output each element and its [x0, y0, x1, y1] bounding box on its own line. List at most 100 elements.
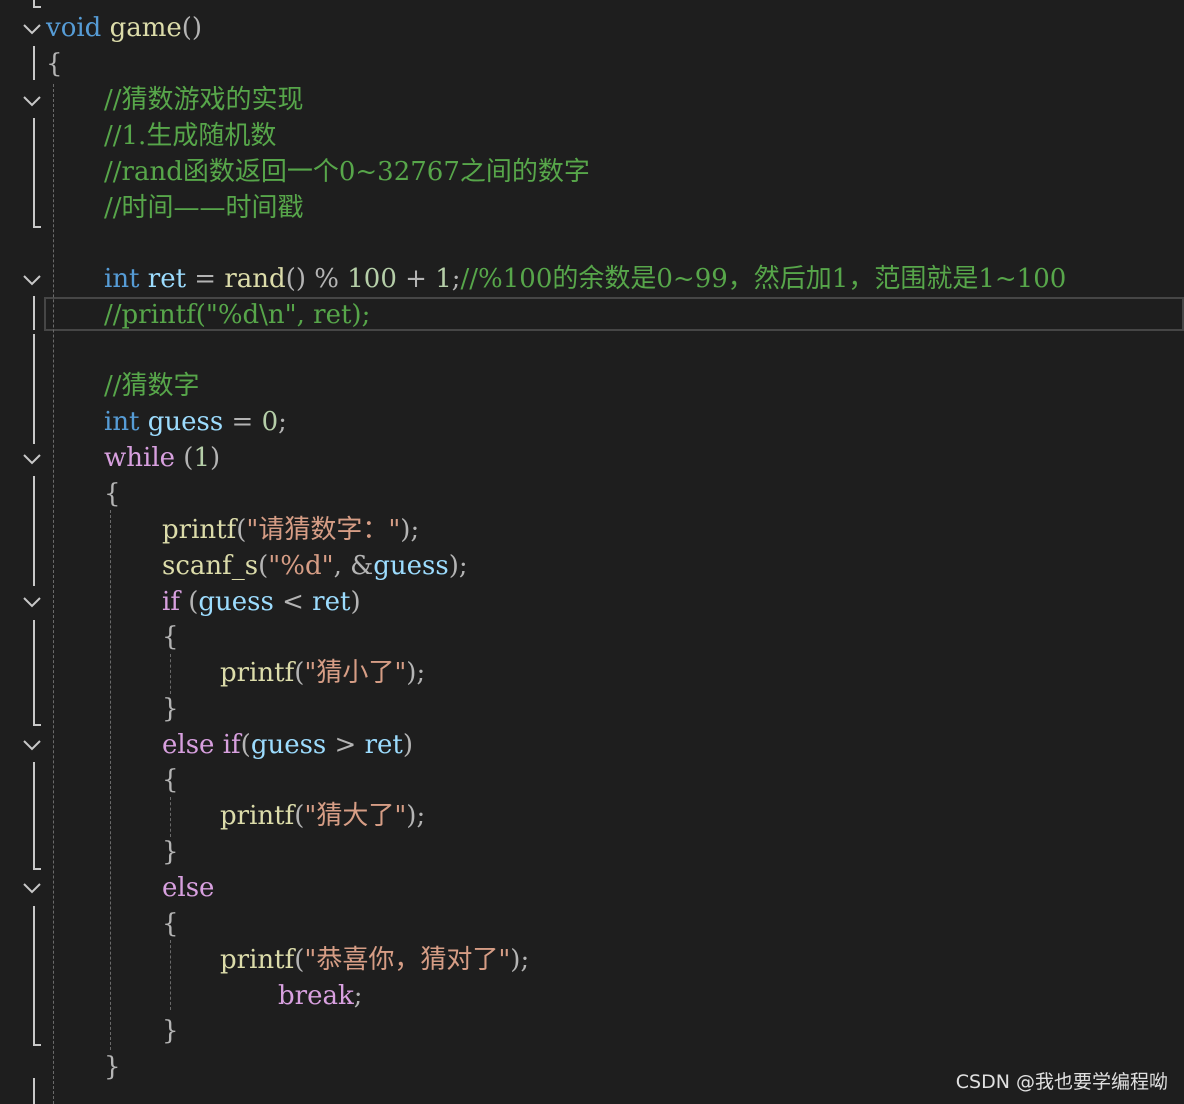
code-token: 1	[193, 443, 210, 473]
code-line[interactable]: }	[162, 1013, 179, 1049]
code-token: //时间——时间戳	[104, 193, 304, 223]
code-token: }	[162, 694, 179, 724]
indent-guide	[170, 940, 171, 1010]
outline-bar	[33, 334, 35, 444]
code-token: )	[210, 443, 221, 473]
code-token: +	[396, 264, 436, 294]
code-line[interactable]: {	[162, 619, 179, 655]
outline-bar	[33, 620, 35, 726]
outline-bar	[33, 118, 35, 228]
code-token: () %	[285, 264, 348, 294]
code-token: ret	[147, 264, 187, 294]
code-token: ret	[312, 587, 351, 617]
code-token: {	[162, 765, 179, 795]
code-token: "恭喜你，猜对了"	[304, 945, 511, 975]
code-line[interactable]: printf("猜大了");	[220, 798, 425, 834]
fold-chevron-icon[interactable]	[22, 94, 42, 108]
code-token: );	[510, 945, 530, 975]
outline-bar-end	[33, 868, 41, 870]
code-line[interactable]: else if(guess > ret)	[162, 727, 413, 763]
code-token: (	[240, 730, 251, 760]
code-token: game	[109, 13, 182, 43]
code-token: ;	[278, 407, 287, 437]
code-line[interactable]: if (guess < ret)	[162, 584, 361, 620]
code-editor[interactable]: void game(){//猜数游戏的实现//1.生成随机数//rand函数返回…	[0, 0, 1184, 1104]
code-token: )	[402, 730, 414, 760]
code-token: , &	[333, 551, 374, 581]
outline-bar	[33, 46, 35, 80]
code-token: ;	[353, 981, 363, 1011]
outline-bar	[33, 1078, 35, 1104]
code-token: {	[104, 479, 121, 509]
code-token: }	[162, 1016, 179, 1046]
code-line[interactable]: //1.生成随机数	[104, 118, 276, 154]
code-token: (	[236, 515, 247, 545]
outline-bar	[33, 762, 35, 870]
code-token: //猜数游戏的实现	[104, 85, 304, 115]
code-token: while	[104, 443, 176, 473]
fold-chevron-icon[interactable]	[22, 452, 42, 466]
code-token: "%d"	[268, 551, 334, 581]
code-line[interactable]: //时间——时间戳	[104, 190, 304, 226]
code-token: (	[179, 587, 199, 617]
code-line[interactable]: break;	[278, 978, 362, 1014]
outline-bar-end	[33, 1044, 41, 1046]
code-token: "猜大了"	[304, 801, 407, 831]
code-token: printf	[162, 515, 237, 545]
code-token: 1	[435, 264, 452, 294]
code-line[interactable]: printf("猜小了");	[220, 655, 425, 691]
code-line[interactable]: {	[46, 46, 63, 82]
code-token: );	[448, 551, 468, 581]
indent-guide	[170, 654, 171, 694]
outline-bar	[33, 476, 35, 586]
code-token: {	[46, 49, 63, 79]
code-token: ret	[364, 730, 403, 760]
code-token: else	[162, 730, 215, 760]
code-line[interactable]: {	[104, 476, 121, 512]
fold-chevron-icon[interactable]	[22, 22, 42, 36]
code-line[interactable]: printf("请猜数字：");	[162, 512, 419, 548]
code-token: guess	[147, 407, 224, 437]
code-line[interactable]: int ret = rand() % 100 + 1;//%100的余数是0~9…	[104, 261, 1066, 297]
fold-chevron-icon[interactable]	[22, 881, 42, 895]
code-token: 100	[347, 264, 397, 294]
code-token: (	[175, 443, 194, 473]
code-token: printf	[220, 658, 295, 688]
watermark: CSDN @我也要学编程呦	[955, 1071, 1168, 1093]
indent-guide	[110, 510, 111, 1050]
code-line[interactable]: {	[162, 906, 179, 942]
code-token: //rand函数返回一个0~32767之间的数字	[104, 157, 590, 187]
fold-chevron-icon[interactable]	[22, 738, 42, 752]
code-line[interactable]: }	[162, 691, 179, 727]
code-token: <	[273, 587, 313, 617]
fold-chevron-icon[interactable]	[22, 273, 42, 287]
code-token: guess	[198, 587, 274, 617]
code-line[interactable]: while (1)	[104, 440, 220, 476]
code-line[interactable]: }	[104, 1049, 121, 1085]
code-token: "猜小了"	[304, 658, 407, 688]
code-token: guess	[373, 551, 449, 581]
code-token: scanf_s	[162, 551, 259, 581]
code-line[interactable]: //猜数字	[104, 368, 200, 404]
code-token: );	[406, 658, 426, 688]
code-token: ;	[451, 264, 461, 294]
fold-chevron-icon[interactable]	[22, 595, 42, 609]
code-line[interactable]: }	[162, 834, 179, 870]
code-token: =	[223, 407, 262, 437]
code-line[interactable]: //rand函数返回一个0~32767之间的数字	[104, 154, 590, 190]
code-line[interactable]: int guess = 0;	[104, 404, 287, 440]
code-line[interactable]: printf("恭喜你，猜对了");	[220, 942, 529, 978]
code-line[interactable]: scanf_s("%d", &guess);	[162, 548, 468, 584]
code-token: rand	[224, 264, 286, 294]
code-token: >	[326, 730, 365, 760]
code-token: );	[406, 801, 426, 831]
code-line[interactable]: void game()	[46, 10, 202, 46]
code-line[interactable]: //printf("%d\n", ret);	[104, 297, 370, 333]
code-line[interactable]: //猜数游戏的实现	[104, 82, 304, 118]
code-token: {	[162, 622, 179, 652]
code-line[interactable]: {	[162, 762, 179, 798]
outline-bar	[33, 906, 35, 1046]
outline-bar-end	[33, 226, 41, 228]
code-line[interactable]: else	[162, 870, 214, 906]
code-token: 0	[261, 407, 279, 437]
